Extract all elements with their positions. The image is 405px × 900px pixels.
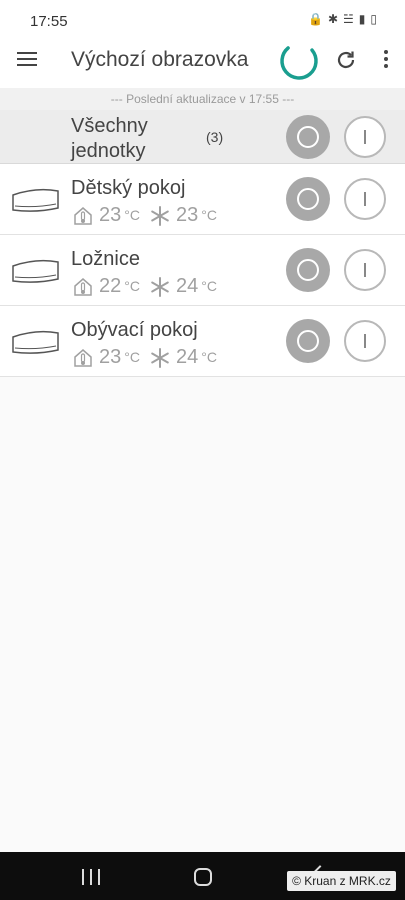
lock-icon: 🔒 [308,12,323,26]
indoor-temp: 23 [99,346,122,368]
menu-icon[interactable] [17,52,37,68]
indoor-temp: 22 [99,275,122,297]
page-title: Výchozí obrazovka [71,48,249,71]
all-off-button[interactable] [286,115,330,159]
unit-row-obyvaci-pokoj[interactable]: Obývací pokoj 23 °C 24 °C [0,306,405,377]
target-temp-unit: °C [201,206,217,223]
snowflake-icon [151,205,169,226]
all-units-title: Všechny jednotky [71,115,148,162]
wifi-icon: ☱ [343,12,354,26]
recent-apps-icon[interactable] [82,869,100,885]
indoor-temp-icon [74,206,92,225]
air-conditioner-icon [12,330,59,354]
target-temp-unit: °C [201,277,217,294]
indoor-temp-unit: °C [124,206,140,223]
target-temp: 23 [175,204,199,226]
app-bar: Výchozí obrazovka [0,34,405,88]
all-units-count: (3) [206,129,224,145]
unit-temps: 22 °C 24 °C [73,275,217,298]
unit-off-button[interactable] [286,319,330,363]
target-temp-unit: °C [201,348,217,365]
unit-temps: 23 °C 23 °C [73,204,217,227]
unit-on-button[interactable] [344,178,386,220]
refresh-icon[interactable] [334,48,358,72]
more-vert-icon[interactable] [382,50,390,72]
target-temp: 24 [175,346,199,368]
unit-name: Ložnice [71,248,140,270]
air-conditioner-icon [12,188,59,212]
loading-spinner [280,42,318,80]
unit-name: Dětský pokoj [71,177,186,199]
unit-name: Obývací pokoj [71,319,198,341]
indoor-temp-unit: °C [124,348,140,365]
all-on-button[interactable] [344,116,386,158]
snowflake-icon [151,276,169,297]
unit-off-button[interactable] [286,177,330,221]
indoor-temp-icon [74,277,92,296]
unit-on-button[interactable] [344,249,386,291]
signal-icon: ▮ [358,12,366,26]
bluetooth-icon: ✱ [327,12,339,26]
status-time: 17:55 [30,13,68,30]
unit-on-button[interactable] [344,320,386,362]
air-conditioner-icon [12,259,59,283]
home-icon[interactable] [194,868,212,886]
indoor-temp-unit: °C [124,277,140,294]
unit-row-detsky-pokoj[interactable]: Dětský pokoj 23 °C 23 °C [0,164,405,235]
snowflake-icon [151,347,169,368]
indoor-temp: 23 [99,204,122,226]
status-icons: 🔒 ✱ ☱ ▮ ▯ [308,12,377,26]
all-units-row[interactable]: Všechny jednotky (3) [0,110,405,164]
watermark: © Kruan z MRK.cz [287,871,396,891]
indoor-temp-icon [74,348,92,367]
status-bar: 17:55 🔒 ✱ ☱ ▮ ▯ [0,0,405,34]
unit-off-button[interactable] [286,248,330,292]
last-update-text: --- Poslední aktualizace v 17:55 --- [0,88,405,110]
target-temp: 24 [175,275,199,297]
unit-temps: 23 °C 24 °C [73,346,217,369]
battery-icon: ▯ [370,12,377,26]
unit-row-loznice[interactable]: Ložnice 22 °C 24 °C [0,235,405,306]
